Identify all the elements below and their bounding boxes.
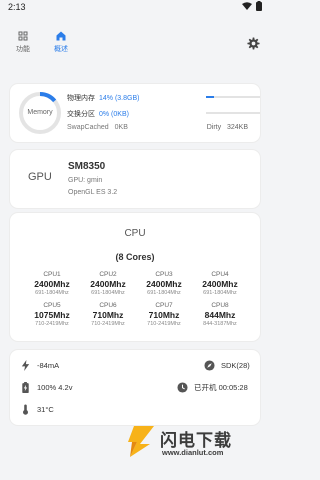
cpu-core: CPU6 710Mhz 710-2419Mhz: [80, 302, 136, 327]
core-range: 691-1804Mhz: [91, 290, 125, 296]
sdk-value: SDK(28): [221, 361, 250, 370]
core-range: 844-3187Mhz: [203, 321, 237, 327]
tab-functions-label: 功能: [16, 46, 30, 53]
grid-icon: [18, 31, 28, 41]
lightning-logo-icon: [128, 426, 154, 457]
core-range: 710-2419Mhz: [35, 321, 69, 327]
cpu-core: CPU2 2400Mhz 691-1804Mhz: [80, 271, 136, 296]
ram-bar: [206, 96, 260, 98]
device-stats-card[interactable]: -84mA SDK(28) 100% 4.2v 已开机 00:05:28 31°…: [10, 350, 260, 425]
cpu-core: CPU8 844Mhz 844-3187Mhz: [192, 302, 248, 327]
swapcached-row: SwapCached 0KB: [67, 124, 128, 131]
ram-row: 物理内存 14% (3.8GB): [67, 93, 139, 103]
temperature-value: 31°C: [37, 405, 54, 414]
dirty-row: Dirty 324KB: [207, 124, 248, 131]
core-range: 710-2419Mhz: [91, 321, 125, 327]
core-name: CPU4: [211, 271, 229, 278]
dirty-value: 324KB: [226, 124, 248, 131]
battery-value: 100% 4.2v: [37, 383, 73, 392]
top-tabs: 功能 概述: [10, 30, 74, 54]
core-range: 691-1804Mhz: [35, 290, 69, 296]
cpu-core: CPU7 710Mhz 710-2419Mhz: [136, 302, 192, 327]
watermark: 闪电下载 www.dianlut.com: [126, 424, 266, 464]
status-time: 2:13: [8, 2, 26, 12]
core-name: CPU8: [211, 302, 229, 309]
status-bar: 2:13: [0, 0, 270, 14]
temperature-stat: 31°C: [20, 404, 54, 415]
cpu-core: CPU4 2400Mhz 691-1804Mhz: [192, 271, 248, 296]
core-frequency: 710Mhz: [148, 310, 180, 320]
compass-icon: [204, 360, 215, 371]
core-frequency: 2400Mhz: [34, 279, 70, 289]
cpu-title: CPU: [124, 228, 146, 239]
core-name: CPU1: [43, 271, 61, 278]
battery-charging-icon: [22, 382, 29, 393]
current-value: -84mA: [37, 361, 60, 370]
ram-value: 14% (3.8GB): [99, 95, 140, 102]
watermark-url: www.dianlut.com: [162, 448, 224, 457]
gpu-card[interactable]: GPU SM8350 GPU: gmin OpenGL ES 3.2: [10, 150, 260, 208]
core-frequency: 2400Mhz: [146, 279, 182, 289]
core-frequency: 710Mhz: [92, 310, 124, 320]
core-range: 710-2419Mhz: [147, 321, 181, 327]
tab-functions[interactable]: 功能: [10, 30, 36, 54]
core-frequency: 844Mhz: [204, 310, 236, 320]
core-name: CPU5: [43, 302, 61, 309]
battery-icon: [256, 1, 262, 11]
memory-ring-label: Memory: [27, 109, 53, 116]
thermometer-icon: [23, 404, 28, 415]
swapcached-label: SwapCached: [67, 124, 109, 131]
cpu-core: CPU1 2400Mhz 691-1804Mhz: [24, 271, 80, 296]
current-stat: -84mA: [20, 360, 59, 371]
core-name: CPU2: [99, 271, 117, 278]
uptime-value: 已开机 00:05:28: [194, 383, 248, 392]
core-name: CPU7: [155, 302, 173, 309]
swap-bar: [206, 112, 260, 114]
swapcached-value: 0KB: [114, 124, 128, 131]
status-icons: [242, 1, 262, 11]
core-range: 691-1804Mhz: [147, 290, 181, 296]
core-frequency: 2400Mhz: [90, 279, 126, 289]
cpu-card[interactable]: CPU (8 Cores) CPU1 2400Mhz 691-1804Mhz C…: [10, 213, 260, 341]
core-name: CPU6: [99, 302, 117, 309]
lightning-icon: [21, 360, 30, 371]
gpu-model: SM8350: [68, 161, 106, 172]
clock-icon: [177, 382, 188, 393]
dirty-label: Dirty: [206, 124, 222, 131]
ram-bar-fill: [206, 96, 214, 98]
swap-value: 0% (0KB): [99, 111, 129, 118]
gpu-label: GPU: [28, 171, 52, 183]
gear-icon[interactable]: [247, 37, 260, 50]
swap-row: 交换分区 0% (0KB): [67, 109, 129, 119]
home-icon: [56, 31, 66, 41]
gpu-vendor: GPU: gmin: [68, 177, 103, 184]
core-name: CPU3: [155, 271, 173, 278]
swap-label: 交换分区: [67, 111, 95, 118]
cpu-core-grid: CPU1 2400Mhz 691-1804Mhz CPU2 2400Mhz 69…: [24, 271, 248, 327]
battery-stat: 100% 4.2v: [20, 382, 72, 393]
memory-card[interactable]: Memory 物理内存 14% (3.8GB) 交换分区 0% (0KB) Swap…: [10, 84, 260, 142]
ram-label: 物理内存: [67, 95, 95, 102]
core-frequency: 1075Mhz: [34, 310, 70, 320]
tab-overview-label: 概述: [54, 46, 68, 53]
core-frequency: 2400Mhz: [202, 279, 238, 289]
sdk-stat: SDK(28): [204, 360, 250, 371]
cpu-core: CPU5 1075Mhz 710-2419Mhz: [24, 302, 80, 327]
wifi-icon: [242, 1, 252, 10]
uptime-stat: 已开机 00:05:28: [177, 382, 248, 393]
tab-overview[interactable]: 概述: [48, 30, 74, 54]
cpu-cores-count: (8 Cores): [115, 252, 155, 262]
core-range: 691-1804Mhz: [203, 290, 237, 296]
gpu-opengl: OpenGL ES 3.2: [68, 189, 118, 196]
cpu-core: CPU3 2400Mhz 691-1804Mhz: [136, 271, 192, 296]
